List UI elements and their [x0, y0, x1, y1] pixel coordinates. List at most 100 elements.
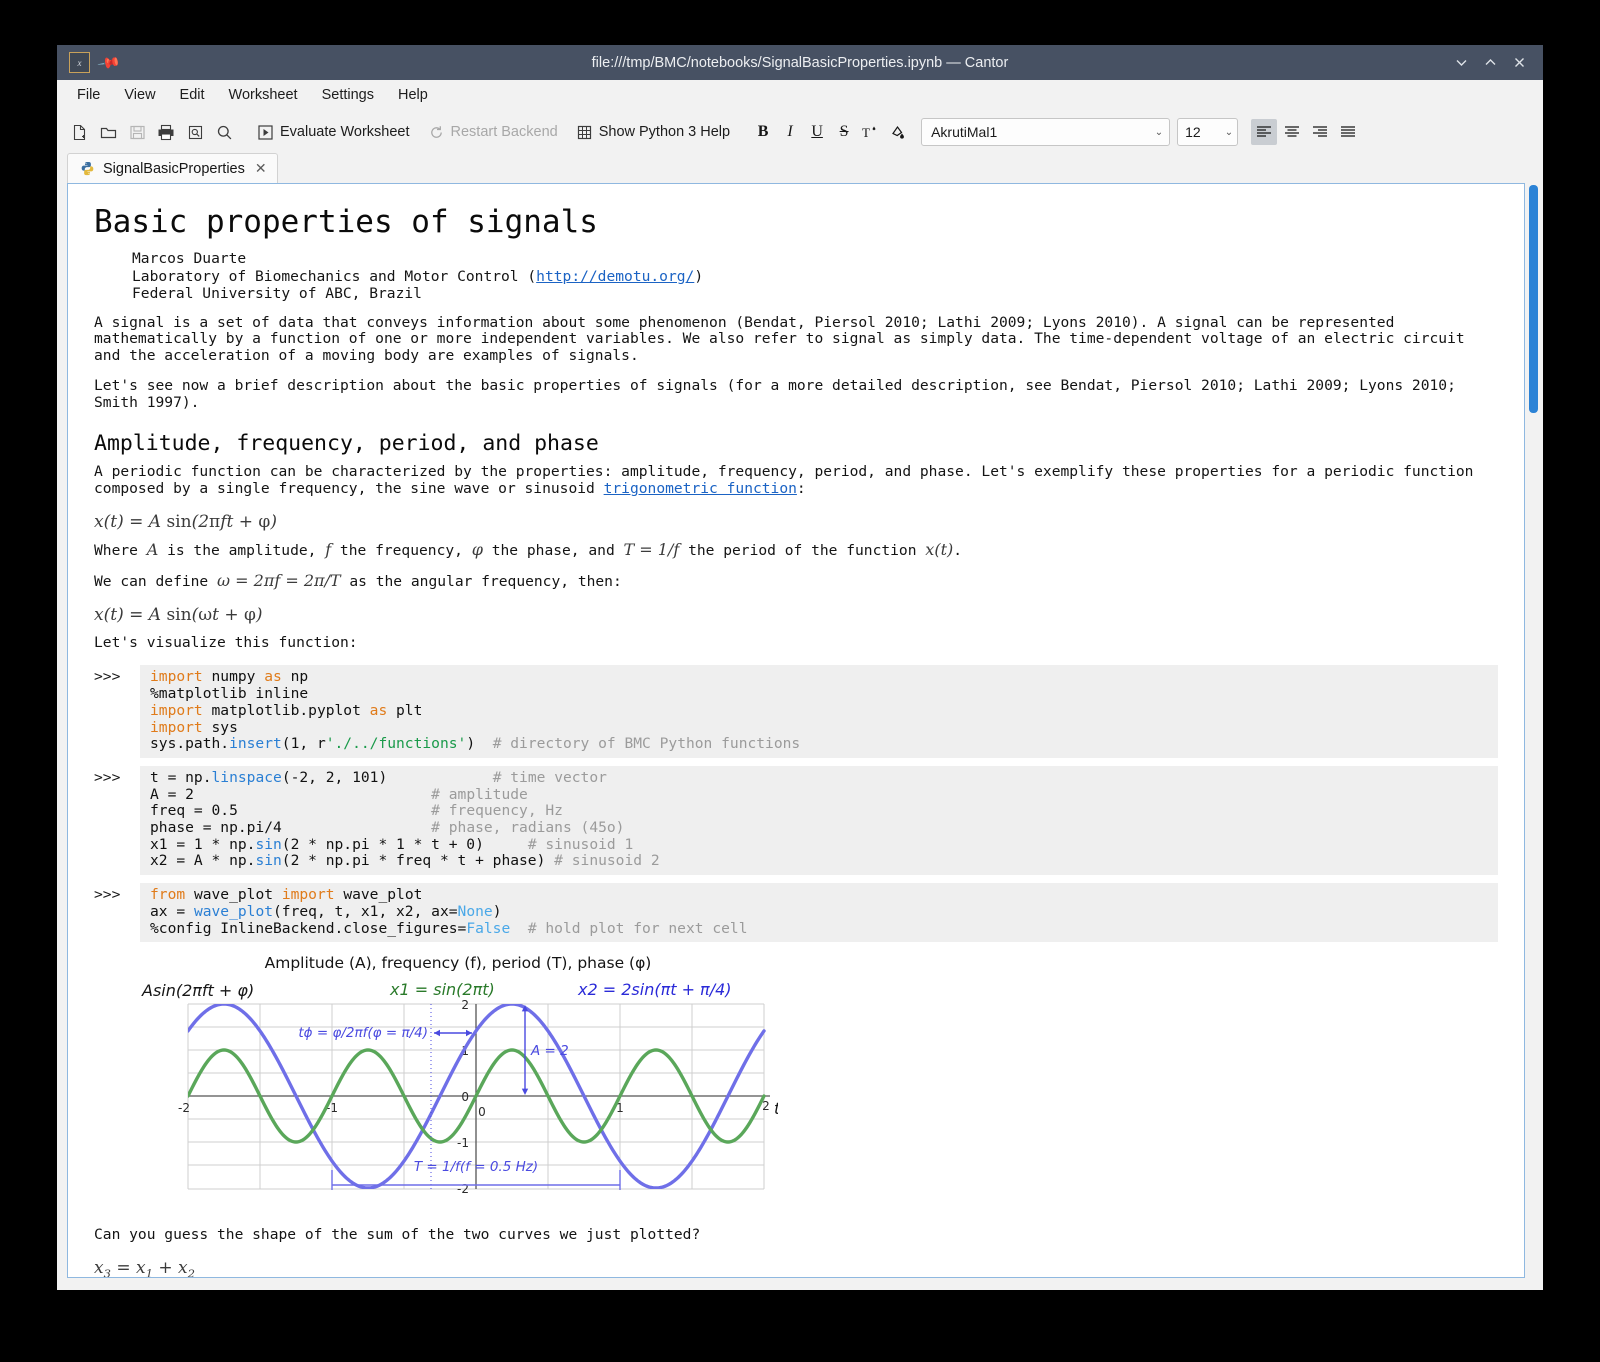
python-icon — [80, 161, 95, 176]
ytick-0: 0 — [461, 1090, 469, 1104]
code-token: # phase, radians (45o) — [431, 819, 625, 837]
text-color-button[interactable]: T — [858, 119, 884, 145]
p4-c: the frequency, — [331, 541, 472, 559]
code-token: wave_plot — [185, 886, 282, 904]
p4-a: Where — [94, 541, 147, 559]
code-token: A = 2 — [150, 785, 432, 803]
evaluate-worksheet-button[interactable]: Evaluate Worksheet — [249, 118, 419, 146]
cantor-main-window: x 📌 file:///tmp/BMC/notebooks/SignalBasi… — [57, 45, 1543, 1290]
wave-plot-svg: Amplitude (A), frequency (f), period (T)… — [141, 954, 778, 1196]
demotu-link[interactable]: http://demotu.org/ — [536, 268, 694, 285]
show-python-help-button[interactable]: Show Python 3 Help — [568, 118, 739, 146]
align-justify-button[interactable] — [1335, 119, 1361, 145]
new-icon[interactable] — [65, 118, 93, 146]
code-token: %matplotlib inline — [150, 685, 309, 703]
highlight-color-button[interactable] — [885, 119, 911, 145]
open-icon[interactable] — [94, 118, 122, 146]
code-token: np — [281, 668, 309, 686]
print-icon[interactable] — [152, 118, 180, 146]
font-family-select[interactable]: AkrutiMal1 ⌄ — [921, 118, 1171, 146]
p5-b: as the angular frequency, then: — [340, 573, 622, 591]
code-line: import sys — [150, 718, 1490, 737]
code-line: t = np.linspace(-2, 2, 101) # time vecto… — [150, 768, 1490, 787]
menu-worksheet[interactable]: Worksheet — [218, 84, 309, 106]
code-token: as — [369, 701, 388, 719]
align-left-button[interactable] — [1251, 119, 1278, 145]
plot-title: Amplitude (A), frequency (f), period (T)… — [265, 954, 652, 972]
chevron-down-icon: ⌄ — [1224, 126, 1234, 138]
restart-backend-button[interactable]: Restart Backend — [420, 118, 567, 146]
bold-button[interactable]: B — [750, 119, 776, 145]
maximize-icon[interactable] — [1483, 55, 1498, 70]
x-axis-label: t[s] — [774, 1099, 778, 1118]
print-preview-icon[interactable] — [181, 118, 209, 146]
code-token: ax = — [150, 902, 194, 920]
equation-1: x(t) = A sin(2πft + φ) — [94, 511, 277, 532]
worksheet-area: Basic properties of signals Marcos Duart… — [57, 183, 1543, 1290]
code-token: numpy — [202, 668, 265, 686]
page-title: Basic properties of signals — [94, 204, 598, 240]
code-line: freq = 0.5 # frequency, Hz — [150, 803, 1490, 820]
code-cell[interactable]: >>> from wave_plot import wave_plot ax = w… — [94, 883, 1499, 943]
code-token: import — [150, 668, 203, 686]
code-line: %matplotlib inline — [150, 685, 1490, 703]
plot-general-form-label: Asin(2πft + φ) — [141, 981, 254, 1000]
code-token: sys — [202, 718, 238, 736]
save-icon[interactable] — [123, 118, 151, 146]
strikethrough-button[interactable]: S — [831, 119, 857, 145]
search-icon[interactable] — [210, 118, 238, 146]
code-token: './../functions' — [325, 735, 467, 753]
equation-3: x3 = x1 + x2 — [94, 1257, 195, 1278]
code-cell-body[interactable]: t = np.linspace(-2, 2, 101) # time vecto… — [140, 765, 1499, 876]
code-cell-prompt: >>> — [94, 668, 121, 686]
code-token: (1, r — [281, 735, 326, 753]
menu-view[interactable]: View — [113, 84, 166, 106]
paragraph-where: Where A is the amplitude, f the frequenc… — [94, 541, 1498, 560]
scrollbar-thumb[interactable] — [1529, 185, 1539, 413]
code-token: (-2, 2, 101) — [281, 768, 493, 786]
underline-button[interactable]: U — [804, 119, 830, 145]
code-cell[interactable]: >>> t = np.linspace(-2, 2, 101) # time ve… — [94, 765, 1499, 876]
font-family-value: AkrutiMal1 — [931, 124, 998, 140]
code-token: import — [281, 886, 335, 904]
menu-help[interactable]: Help — [387, 84, 439, 106]
code-line: %config InlineBackend.close_figures=Fals… — [150, 919, 1490, 938]
code-cell-body[interactable]: from wave_plot import wave_plot ax = wave… — [140, 883, 1499, 943]
code-token: (freq, t, x1, x2, ax= — [273, 902, 458, 920]
menu-file[interactable]: File — [66, 84, 111, 106]
toolbar: Evaluate Worksheet Restart Backend Show … — [57, 111, 1543, 153]
menu-edit[interactable]: Edit — [169, 84, 216, 106]
code-cell-body[interactable]: import numpy as np %matplotlib inline impo… — [140, 665, 1499, 758]
tab-close-icon[interactable]: ✕ — [255, 160, 267, 177]
pin-icon[interactable]: 📌 — [97, 50, 123, 76]
window-titlebar: x 📌 file:///tmp/BMC/notebooks/SignalBasi… — [57, 45, 1543, 80]
code-cell-list: >>> import numpy as np %matplotlib inline i… — [94, 665, 1499, 943]
code-token: sin — [255, 835, 282, 853]
phase-shift-label: tϕ = φ/2πf(φ = π/4) — [298, 1025, 428, 1041]
italic-button[interactable]: I — [777, 119, 803, 145]
code-line: import matplotlib.pyplot as plt — [150, 701, 1490, 720]
worksheet-content: Basic properties of signals Marcos Duart… — [68, 184, 1524, 1278]
align-right-button[interactable] — [1307, 119, 1333, 145]
code-token: False — [466, 919, 511, 937]
align-center-button[interactable] — [1279, 119, 1305, 145]
window-title: file:///tmp/BMC/notebooks/SignalBasicPro… — [591, 54, 1009, 71]
worksheet-canvas[interactable]: Basic properties of signals Marcos Duart… — [67, 183, 1526, 1278]
code-token: import — [150, 701, 203, 719]
author-name: Marcos Duarte — [132, 250, 247, 267]
trigonometric-function-link[interactable]: trigonometric function — [604, 480, 797, 497]
tab-signalbasicproperties[interactable]: SignalBasicProperties ✕ — [67, 153, 278, 183]
ytick--1: -1 — [457, 1136, 469, 1150]
code-token: wave_plot — [193, 902, 274, 920]
author-affiliation: Federal University of ABC, Brazil — [132, 285, 422, 302]
minimize-icon[interactable] — [1454, 55, 1469, 70]
code-cell[interactable]: >>> import numpy as np %matplotlib inline i… — [94, 665, 1499, 758]
paragraph-angular-frequency: We can define ω = 2πf = 2π/T as the angu… — [94, 572, 1498, 591]
tab-label: SignalBasicProperties — [103, 160, 245, 177]
vertical-scrollbar[interactable] — [1529, 183, 1539, 1278]
plot-legend-series2: x2 = 2sin(πt + π/4) — [577, 980, 732, 999]
close-icon[interactable] — [1512, 55, 1527, 70]
paragraph-periodic-function: A periodic function can be characterized… — [94, 464, 1498, 497]
menu-settings[interactable]: Settings — [311, 84, 385, 106]
font-size-select[interactable]: 12 ⌄ — [1177, 118, 1239, 146]
